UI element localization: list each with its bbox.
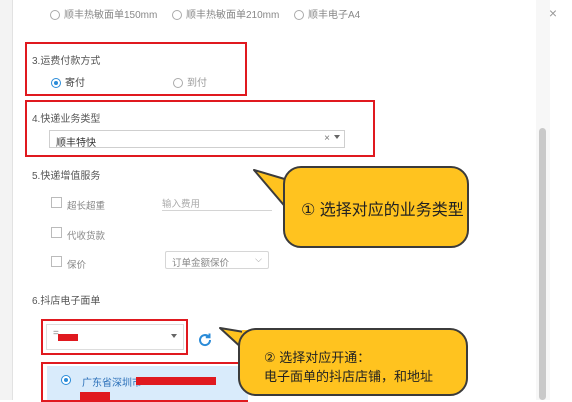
redaction-mark	[80, 392, 110, 400]
refresh-icon[interactable]	[197, 332, 213, 348]
radio-cod[interactable]: 到付	[173, 74, 207, 89]
radio-icon	[173, 78, 183, 89]
checkbox-oversize[interactable]	[51, 197, 62, 208]
business-type-title: 4.快递业务类型	[32, 114, 101, 125]
chevron-down-icon	[334, 135, 340, 139]
business-type-value: 顺丰特快	[56, 138, 96, 149]
waybill-size-option-210[interactable]: 顺丰热敏面单210mm	[172, 6, 279, 21]
redaction-mark	[136, 377, 216, 385]
scrollbar-thumb[interactable]	[539, 128, 546, 400]
insurance-select-value: 订单金额保价	[172, 258, 230, 269]
fee-input-placeholder: 输入费用	[162, 199, 201, 210]
checkbox-insurance-label: 保价	[67, 260, 87, 271]
insurance-select[interactable]: 订单金额保价 ⌵	[165, 251, 269, 269]
checkbox-cod-payment-label: 代收货款	[67, 231, 106, 242]
radio-checked-icon	[51, 78, 61, 89]
radio-prepaid-label: 寄付	[65, 78, 85, 89]
callout-store-line1: ② 选择对应开通：	[264, 350, 371, 365]
chevron-down-icon: ⌵	[255, 254, 262, 264]
checkbox-oversize-label: 超长超重	[67, 201, 106, 212]
callout-store-line2: 电子面单的抖店店铺，和地址	[264, 369, 434, 384]
callout-business-type: ① 选择对应的业务类型	[283, 166, 469, 248]
radio-icon	[172, 10, 182, 21]
value-added-title: 5.快递增值服务	[32, 171, 101, 182]
callout-store-address: ② 选择对应开通： 电子面单的抖店店铺，和地址	[238, 328, 468, 396]
option-label: 顺丰热敏面单210mm	[186, 10, 280, 21]
business-type-select[interactable]: 顺丰特快 ×	[49, 130, 345, 149]
payment-section-title: 3.运费付款方式	[32, 56, 101, 67]
radio-icon	[50, 10, 60, 21]
option-label: 顺丰电子A4	[308, 10, 361, 21]
radio-checked-icon	[61, 375, 71, 385]
callout-business-type-text: ① 选择对应的业务类型	[301, 202, 464, 219]
clear-icon[interactable]: ×	[324, 133, 330, 144]
redaction-mark	[58, 334, 78, 341]
douyin-waybill-title: 6.抖店电子面单	[32, 296, 101, 307]
dialog-left-edge	[0, 0, 13, 400]
close-icon[interactable]: ×	[546, 6, 560, 20]
store-address-text: 广东省深圳市	[82, 378, 142, 389]
radio-cod-label: 到付	[187, 78, 207, 89]
radio-icon	[294, 10, 304, 21]
waybill-size-option-150[interactable]: 顺丰热敏面单150mm	[50, 6, 157, 21]
chevron-down-icon	[171, 334, 177, 338]
radio-prepaid[interactable]: 寄付	[51, 74, 85, 89]
option-label: 顺丰热敏面单150mm	[64, 10, 158, 21]
checkbox-insurance[interactable]	[51, 256, 62, 267]
waybill-size-option-a4[interactable]: 顺丰电子A4	[294, 6, 360, 21]
checkbox-cod-payment[interactable]	[51, 227, 62, 238]
